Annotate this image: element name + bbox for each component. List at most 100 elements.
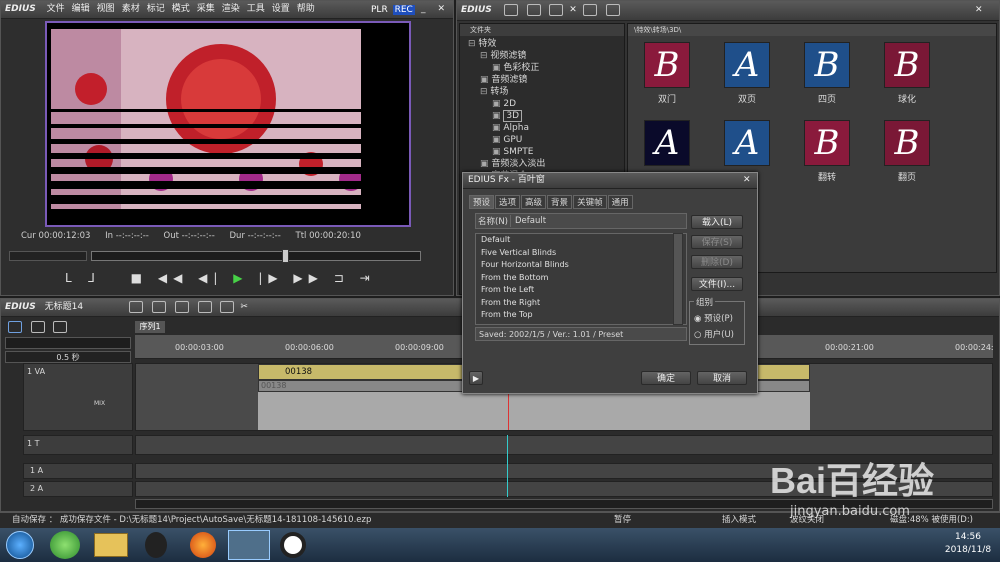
menu-item-4[interactable]: 标记 [147,4,165,14]
tree-node[interactable]: ⊟ 特效 [460,38,624,50]
effect-tile[interactable]: B [644,42,690,88]
close-icon[interactable]: ✕ [438,4,450,14]
preset-item[interactable]: From the Top [476,309,686,322]
dialog-close-icon[interactable]: ✕ [743,173,751,188]
undo-icon[interactable] [197,300,212,313]
collapse-icon[interactable]: ⊟ [480,51,490,61]
delete-icon[interactable]: ✕ [569,5,577,15]
menu-item-6[interactable]: 采集 [197,4,215,14]
folder-icon[interactable]: ▣ [480,159,491,169]
tree-node[interactable]: ▣ 音频淡入淡出 [460,158,624,170]
rec-label[interactable]: REC [392,5,415,15]
tree-node[interactable]: ▣ Alpha [460,122,624,134]
step-forward-icon[interactable]: |▶ [258,271,283,285]
folder-icon[interactable]: ▣ [492,99,503,109]
expand-button[interactable]: ▶ [469,371,483,385]
save-icon[interactable] [174,300,189,313]
dialog-tab-0[interactable]: 预设 [469,195,495,209]
preset-item[interactable]: Multi Open [476,322,686,325]
start-button[interactable] [6,531,34,559]
tree-node[interactable]: ▣ GPU [460,134,624,146]
mark-out-icon[interactable]: ᒧ [88,271,101,285]
view-icon[interactable] [582,3,597,16]
taskbar-app-qq[interactable] [145,532,167,558]
up-folder-icon[interactable] [526,3,541,16]
dialog-tab-2[interactable]: 高级 [521,195,547,209]
cut-icon[interactable]: ✂ [240,302,248,312]
new-seq-icon[interactable] [128,300,143,313]
menu-item-5[interactable]: 模式 [172,4,190,14]
taskbar-app-explorer[interactable] [94,533,128,557]
folder-icon[interactable]: ▣ [480,75,491,85]
redo-icon[interactable] [220,300,235,313]
track-header-1va[interactable]: 1 VA MIX [23,363,133,431]
menu-item-10[interactable]: 帮助 [297,4,315,14]
tree-node[interactable]: ⊟ 视频滤镜 [460,50,624,62]
collapse-icon[interactable]: ⊟ [480,87,490,97]
ok-button[interactable]: 确定 [641,371,691,385]
track-header-2a[interactable]: 2 A [23,481,133,497]
timeline-cursor[interactable] [508,392,509,430]
track-header-1a[interactable]: 1 A [23,463,133,479]
dialog-tab-3[interactable]: 背景 [547,195,573,209]
menu-item-9[interactable]: 设置 [272,4,290,14]
menu-item-1[interactable]: 编辑 [72,4,90,14]
preset-list[interactable]: Default Five Vertical Blinds Four Horizont… [475,233,687,325]
insert-icon[interactable]: ⇥ [360,271,376,285]
menu-item-3[interactable]: 素材 [122,4,140,14]
menu-item-0[interactable]: 文件 [47,4,65,14]
open-icon[interactable] [151,300,166,313]
folder-icon[interactable]: ▣ [492,63,503,73]
effect-tile[interactable]: B [804,120,850,166]
folder-icon[interactable]: ▣ [492,147,503,157]
preset-item[interactable]: Default [476,234,686,247]
mode-icon[interactable] [8,321,22,333]
effect-tile[interactable]: B [804,42,850,88]
scrub-bar[interactable] [9,251,87,261]
effect-tile[interactable]: B [884,42,930,88]
rewind-icon[interactable]: ◀◀ [158,271,188,285]
mark-in-icon[interactable]: ᒪ [65,271,78,285]
cancel-button[interactable]: 取消 [697,371,747,385]
delete-preset-button[interactable]: 删除(D) [691,255,743,269]
step-back-icon[interactable]: ◀| [198,271,223,285]
magnet-icon[interactable] [30,321,45,333]
tree-node[interactable]: ▣ 3D [460,110,624,122]
preset-item[interactable]: Four Horizontal Blinds [476,259,686,272]
radio-preset[interactable]: ◉ 预设(P) [694,312,733,324]
effect-tile[interactable]: B [884,120,930,166]
taskbar-app-edius[interactable] [228,530,270,560]
play-icon[interactable]: ▶ [233,271,248,285]
effect-tile[interactable]: A [644,120,690,166]
folder-icon[interactable]: ▣ [492,123,503,133]
collapse-icon[interactable]: ⊟ [468,39,478,49]
tree-node[interactable]: ▣ SMPTE [460,146,624,158]
fast-forward-icon[interactable]: ▶▶ [293,271,323,285]
taskbar-app-1[interactable] [50,531,80,559]
taskbar-app-record[interactable] [280,532,306,558]
tree-node[interactable]: ⊟ 转场 [460,86,624,98]
effect-tile[interactable]: A [724,42,770,88]
file-button[interactable]: 文件(I)... [691,277,743,291]
load-button[interactable]: 载入(L) [691,215,743,229]
lock-icon[interactable] [605,3,620,16]
menu-item-8[interactable]: 工具 [247,4,265,14]
radio-user[interactable]: ○ 用户(U) [694,328,734,340]
position-handle[interactable] [282,249,289,263]
bin-close-icon[interactable]: ✕ [975,1,983,20]
sequence-tab[interactable]: 序列1 [135,321,165,333]
tree-node[interactable]: ▣ 音频滤镜 [460,74,624,86]
preset-item[interactable]: Five Vertical Blinds [476,247,686,260]
name-input[interactable]: Default [511,216,546,226]
effect-tile[interactable]: A [724,120,770,166]
menu-item-7[interactable]: 渲染 [222,4,240,14]
position-slider[interactable] [91,249,421,263]
folder-icon[interactable]: ▣ [492,111,503,121]
save-preset-button[interactable]: 保存(S) [691,235,743,249]
folder-icon[interactable]: ▣ [492,135,503,145]
preset-scrollbar[interactable] [673,233,683,325]
tree-node[interactable]: ▣ 2D [460,98,624,110]
track-header-1t[interactable]: 1 T [23,435,133,455]
taskbar-app-firefox[interactable] [190,532,216,558]
menu-item-2[interactable]: 视图 [97,4,115,14]
